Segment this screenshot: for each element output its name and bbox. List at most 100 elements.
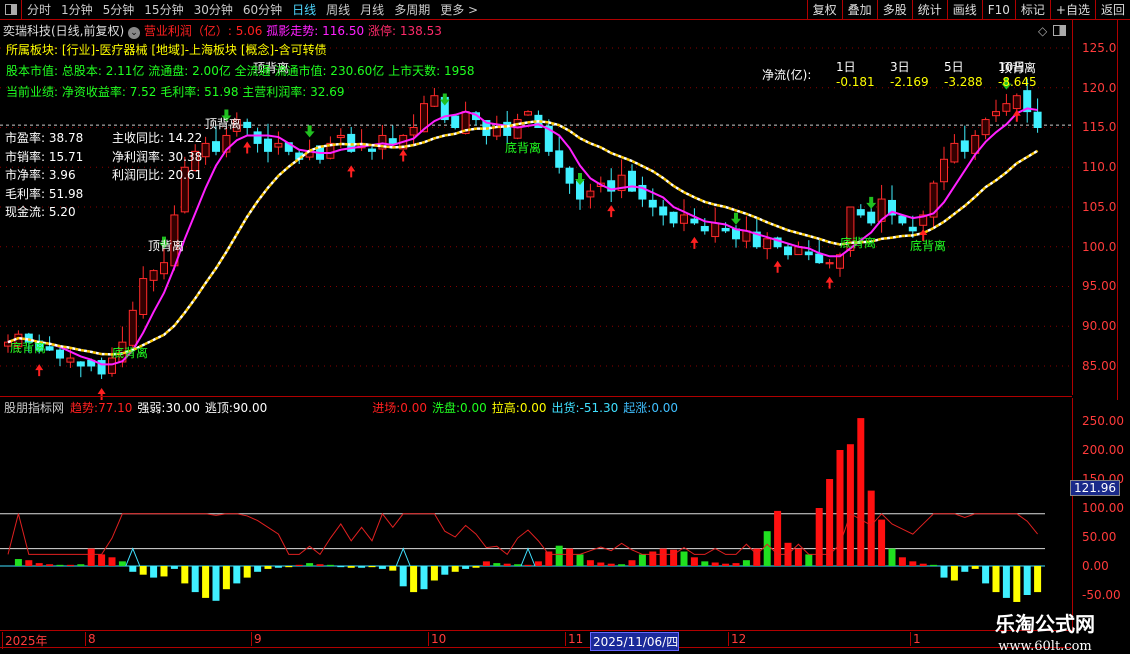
candle[interactable] [628,170,636,192]
date-label: 8 [85,632,96,646]
indicator-bar [222,566,230,590]
candle[interactable] [700,225,709,232]
candle[interactable] [274,142,283,148]
candle[interactable] [669,211,678,224]
candle[interactable] [908,226,917,232]
panel-divider[interactable] [0,396,1072,397]
indicator-bar [295,564,303,566]
indicator-label: 拉高: [491,401,520,415]
candle[interactable] [128,309,137,346]
indicator-bar [243,566,251,578]
candle[interactable] [992,111,1000,117]
indicator-name[interactable]: 股朋指标网 [4,401,64,415]
indicator-bar [618,564,626,566]
candle[interactable] [160,262,168,275]
candle[interactable] [1012,95,1021,110]
candle[interactable] [1002,103,1011,112]
price-tick: 95.00 [1082,279,1117,294]
price-tick: 85.00 [1082,358,1117,373]
candle[interactable] [524,111,532,116]
side-tabs[interactable] [1117,20,1130,400]
date-axis: 2025年 8 9 10 11 2025/11/06/四 12 1 [0,630,1072,651]
candle[interactable] [388,138,397,144]
candle[interactable] [981,119,990,136]
candle[interactable] [513,119,522,139]
indicator-bar [514,564,522,566]
candle[interactable] [690,218,699,224]
candle[interactable] [139,278,148,315]
candle[interactable] [940,158,948,183]
candle[interactable] [721,227,730,232]
indicator-label: 趋势: [70,401,99,415]
indicator-bar [399,566,407,587]
price-axis [1072,20,1073,395]
candle[interactable] [430,95,439,107]
indicator-bar [690,557,698,566]
ratio-item: 市净率: 3.96 [5,168,76,182]
indicator-bar [368,566,376,568]
indicator-bar [898,557,906,566]
candle[interactable] [409,127,418,136]
indicator-tick: 200.00 [1082,443,1124,457]
candle[interactable] [784,246,792,256]
indicator-bar [326,564,334,566]
candle[interactable] [149,270,158,281]
candle[interactable] [565,167,574,184]
candle[interactable] [804,251,813,256]
candle[interactable] [108,357,116,374]
candle[interactable] [815,253,824,264]
candle[interactable] [555,150,564,168]
candle[interactable] [960,140,969,152]
candle[interactable] [950,142,959,163]
candle[interactable] [243,121,252,128]
candle[interactable] [659,206,668,216]
candle[interactable] [711,222,720,238]
indicator-value: -51.30 [579,401,619,415]
candle[interactable] [201,142,210,158]
ratio-item: 利润同比: 20.61 [112,168,203,182]
price-tick: 105.0 [1082,199,1117,214]
indicator-tick: -50.00 [1082,588,1121,602]
candle[interactable] [825,262,834,265]
candle[interactable] [763,238,772,250]
buy-arrow-icon [607,205,616,218]
candle[interactable] [648,199,657,208]
indicator-bar [56,564,64,566]
candle[interactable] [66,357,75,363]
indicator-bar [347,566,355,568]
indicator-bar [87,548,95,566]
candle[interactable] [1033,111,1042,129]
candle[interactable] [253,131,262,144]
candle[interactable] [45,346,54,351]
candle[interactable] [368,148,376,152]
netflow-label: 净流(亿): [762,68,812,82]
candle[interactable] [898,215,907,224]
indicator-bar [306,563,314,566]
buy-arrow-icon [690,236,699,249]
price-tick: 110.0 [1082,160,1117,175]
indicator-bar [722,563,730,566]
candle[interactable] [856,209,865,216]
indicator-bar [129,566,137,572]
candle[interactable] [336,134,345,139]
bottom-divergence-label: 底背离 [505,140,541,155]
price-tick: 120.0 [1082,80,1117,95]
indicator-bar [35,563,43,566]
candle[interactable] [56,349,64,359]
indicator-bar [774,510,782,566]
candle[interactable] [264,138,272,152]
indicator-bar [14,559,22,566]
candle[interactable] [212,141,220,152]
indicator-bar [191,566,199,593]
candle[interactable] [586,190,595,198]
indicator-value: 0.00 [651,401,679,415]
indicator-bar [389,566,397,571]
candle[interactable] [492,127,501,137]
candle[interactable] [451,115,460,129]
candle[interactable] [503,121,512,136]
candle[interactable] [76,361,85,367]
capital-info: 股本市值: 总股本: 2.11亿 流通盘: 2.00亿 全流通 流通市值: 23… [6,64,475,78]
indicator-bar [170,566,178,569]
candle[interactable] [867,211,876,224]
candle[interactable] [680,214,688,224]
